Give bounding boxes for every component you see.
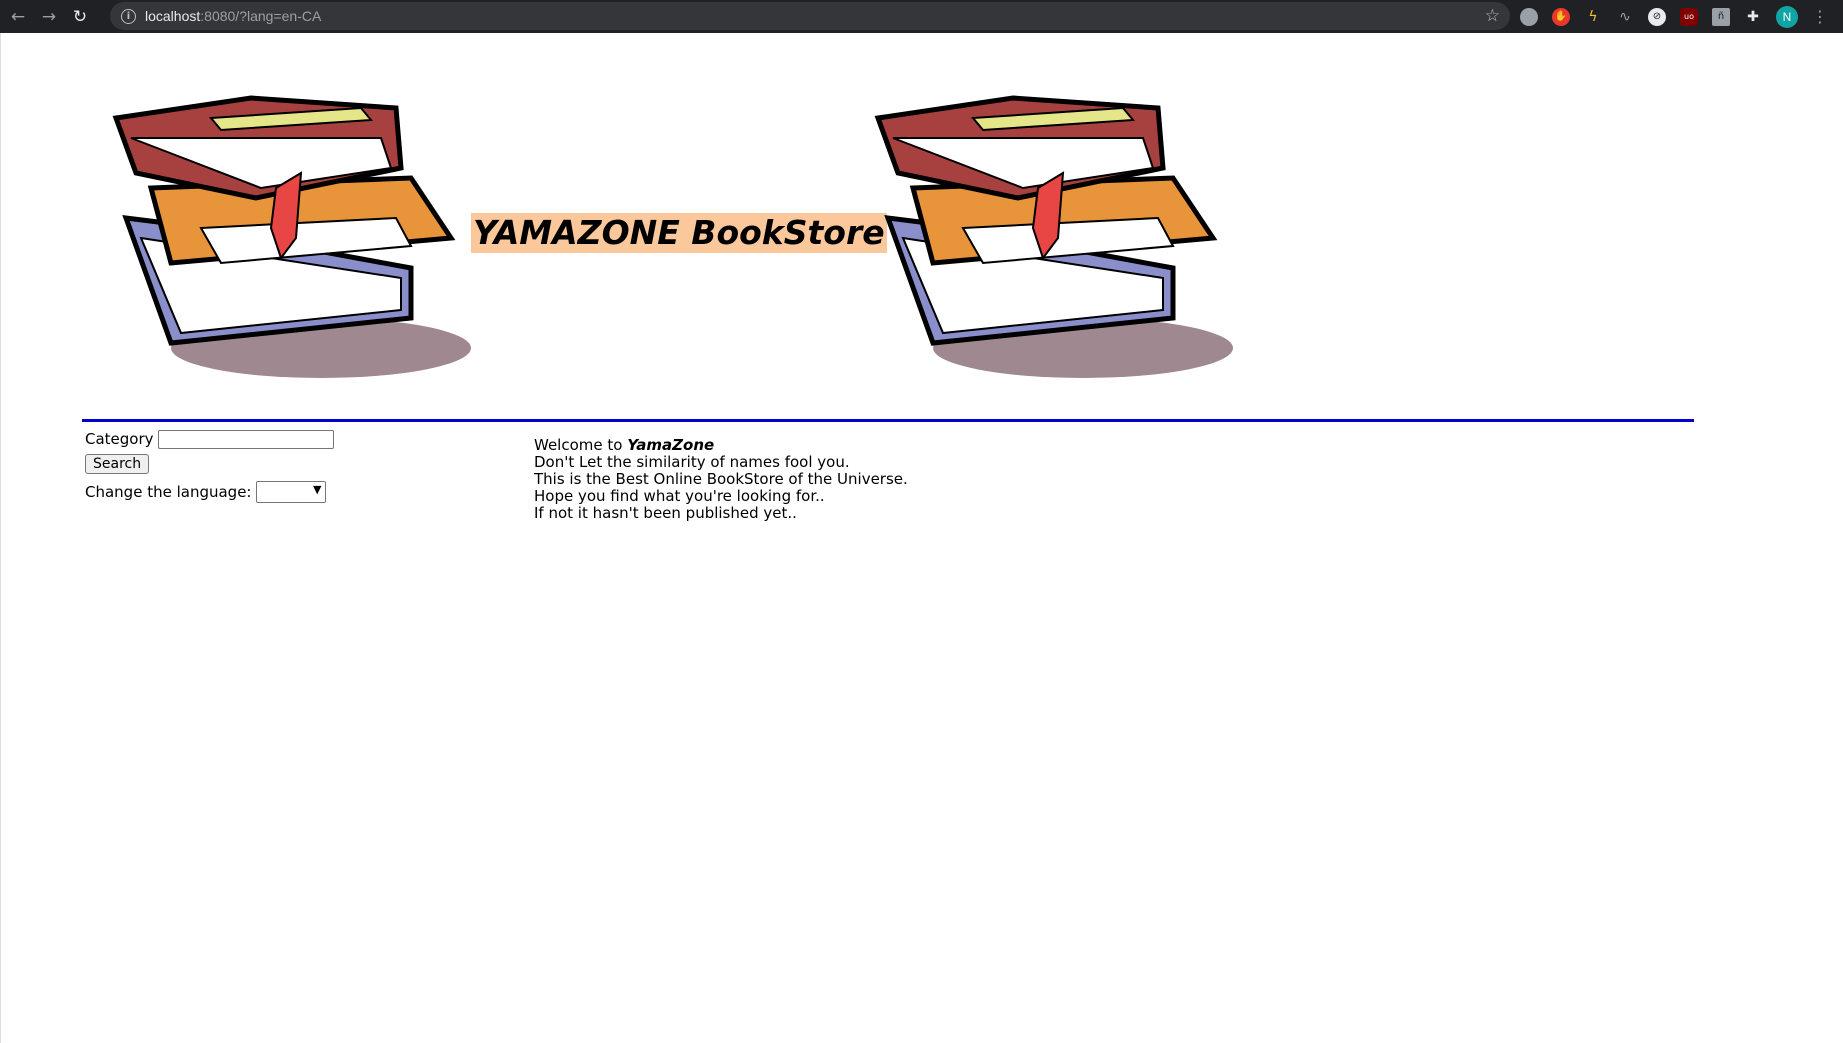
forward-icon[interactable]: →: [36, 4, 62, 30]
ublock-icon[interactable]: uo: [1680, 7, 1698, 26]
category-input[interactable]: [157, 429, 334, 449]
brand-name: YamaZone: [627, 436, 715, 454]
url-text[interactable]: localhost:8080/?lang=en-CA: [145, 8, 321, 24]
profile-avatar[interactable]: N: [1776, 5, 1798, 28]
language-select[interactable]: ▼: [256, 481, 327, 503]
back-icon[interactable]: ←: [5, 4, 31, 30]
address-bar[interactable]: i localhost:8080/?lang=en-CA ☆: [110, 2, 1510, 30]
circle-slash-icon[interactable]: ⊘: [1648, 7, 1666, 26]
welcome-line-2: Don't Let the similarity of names fool y…: [534, 453, 850, 471]
books-image-right: [874, 95, 1233, 378]
welcome-line-5: If not it hasn't been published yet..: [534, 504, 797, 522]
translate-icon[interactable]: ñ: [1712, 7, 1730, 26]
welcome-line-3: This is the Best Online BookStore of the…: [534, 470, 908, 488]
store-title: YAMAZONE BookStore: [471, 213, 887, 253]
menu-dots-icon[interactable]: ⋮: [1812, 7, 1828, 26]
search-sidebar: Category Search Change the language: ▼: [85, 427, 334, 503]
extensions-bar: ✋ ϟ ∿ ⊘ uo ñ ✚ N ⋮: [1520, 0, 1828, 33]
welcome-message: Welcome to YamaZone Don't Let the simila…: [534, 437, 908, 522]
category-label: Category: [85, 430, 154, 448]
info-icon[interactable]: i: [121, 8, 136, 24]
reload-icon[interactable]: ↻: [67, 4, 93, 30]
browser-toolbar: ← → ↻ i localhost:8080/?lang=en-CA ☆ ✋ ϟ…: [0, 0, 1843, 33]
bookmark-star-icon[interactable]: ☆: [1485, 6, 1500, 26]
puzzle-icon[interactable]: ✚: [1744, 8, 1762, 26]
header-divider: [82, 419, 1694, 422]
pulse-icon[interactable]: ∿: [1616, 8, 1634, 26]
page-content: YAMAZONE BookStore Category Search Chang…: [0, 33, 1843, 1043]
chevron-down-icon: ▼: [313, 483, 322, 496]
globe-icon[interactable]: [1520, 7, 1538, 26]
search-button[interactable]: Search: [85, 454, 150, 474]
welcome-line-4: Hope you find what you're looking for..: [534, 487, 825, 505]
bolt-icon[interactable]: ϟ: [1584, 8, 1602, 26]
books-image-left: [112, 95, 471, 378]
language-label: Change the language:: [85, 483, 252, 501]
stop-hand-icon[interactable]: ✋: [1552, 7, 1570, 26]
welcome-prefix: Welcome to: [534, 436, 628, 454]
